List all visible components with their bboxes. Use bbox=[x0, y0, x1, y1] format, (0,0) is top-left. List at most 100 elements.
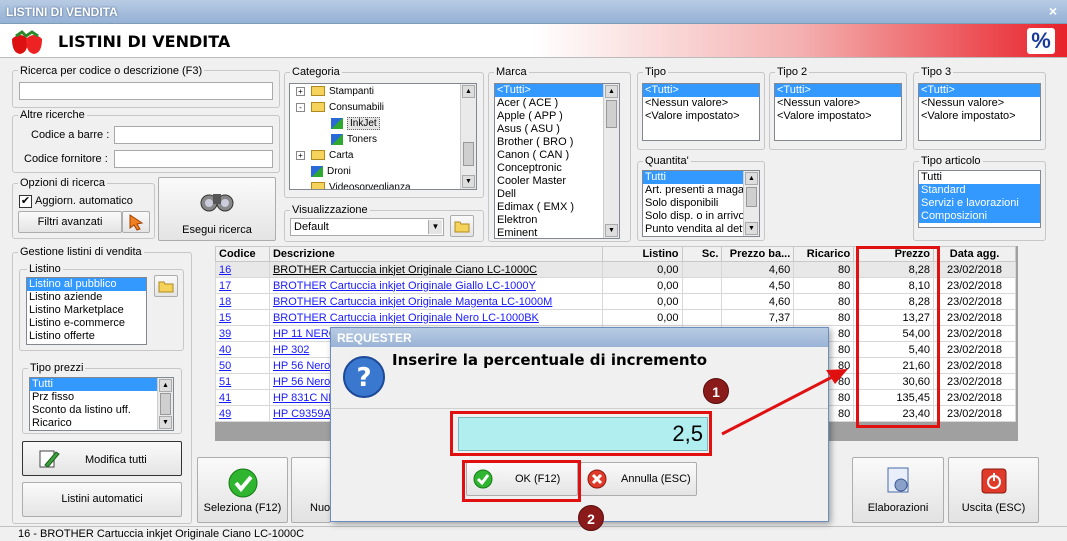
category-item[interactable]: Droni bbox=[296, 166, 351, 182]
column-header[interactable]: Ricarico bbox=[793, 246, 855, 262]
list-item[interactable]: Brother ( BRO ) bbox=[495, 136, 619, 149]
price-type-scrollbar[interactable]: ▲ ▼ bbox=[157, 378, 173, 430]
column-header[interactable]: Prezzo ba... bbox=[721, 246, 795, 262]
list-item[interactable]: Solo disp. o in arrivo bbox=[643, 210, 759, 223]
scroll-up-icon[interactable]: ▲ bbox=[159, 379, 172, 392]
list-item[interactable]: Ricarico bbox=[30, 417, 173, 430]
list-item[interactable]: Elektron bbox=[495, 214, 619, 227]
list-item[interactable]: <Tutti> bbox=[919, 84, 1040, 97]
category-item[interactable]: - Consumabili bbox=[296, 102, 384, 118]
processing-button[interactable]: Elaborazioni bbox=[852, 457, 944, 523]
quantity-scrollbar[interactable]: ▲ ▼ bbox=[743, 171, 759, 236]
type2-list[interactable]: <Tutti> <Nessun valore> <Valore impostato> bbox=[774, 83, 902, 141]
category-item[interactable]: + Stampanti bbox=[296, 86, 374, 102]
advanced-filters-button[interactable]: Filtri avanzati bbox=[18, 211, 122, 233]
scroll-up-icon[interactable]: ▲ bbox=[605, 85, 618, 98]
price-type-list[interactable]: Tutti Prz fisso Sconto da listino uff. Rica… bbox=[29, 377, 174, 431]
category-tree[interactable]: + Stampanti - Consumabili InkJet Toners + Carta… bbox=[289, 83, 477, 190]
column-header[interactable]: Data agg. bbox=[933, 246, 1016, 262]
auto-update-checkbox[interactable]: ✔ bbox=[19, 195, 32, 208]
listino-list[interactable]: Listino al pubblico Listino aziende Listin… bbox=[26, 277, 147, 345]
list-item[interactable]: Conceptronic bbox=[495, 162, 619, 175]
new-button[interactable]: Nuo bbox=[291, 457, 331, 523]
scroll-thumb[interactable] bbox=[463, 142, 474, 166]
list-item[interactable]: <Nessun valore> bbox=[919, 97, 1040, 110]
expand-icon[interactable]: + bbox=[296, 86, 305, 96]
list-item[interactable]: <Valore impostato> bbox=[919, 110, 1040, 123]
list-item[interactable]: Composizioni bbox=[919, 210, 1040, 223]
cancel-button[interactable]: Annulla (ESC) bbox=[580, 462, 697, 496]
list-item[interactable]: <Nessun valore> bbox=[775, 97, 901, 110]
list-item[interactable]: Tutti bbox=[30, 378, 173, 391]
category-item[interactable]: + Carta bbox=[296, 150, 353, 166]
search-input[interactable] bbox=[19, 82, 273, 100]
supplier-code-input[interactable] bbox=[114, 150, 273, 168]
list-item[interactable]: Canon ( CAN ) bbox=[495, 149, 619, 162]
grid-scroll-area[interactable] bbox=[1018, 246, 1045, 441]
view-folder-button[interactable] bbox=[450, 215, 474, 237]
run-search-button[interactable]: Esegui ricerca bbox=[158, 177, 276, 241]
exit-button[interactable]: Uscita (ESC) bbox=[948, 457, 1039, 523]
type-list[interactable]: <Tutti> <Nessun valore> <Valore impostato> bbox=[642, 83, 760, 141]
list-item[interactable]: Listino aziende bbox=[27, 291, 146, 304]
expand-icon[interactable]: + bbox=[296, 150, 305, 160]
list-item[interactable]: Apple ( APP ) bbox=[495, 110, 619, 123]
list-item[interactable]: <Tutti> bbox=[495, 84, 619, 97]
list-item[interactable]: Asus ( ASU ) bbox=[495, 123, 619, 136]
scroll-down-icon[interactable]: ▼ bbox=[605, 224, 618, 237]
list-item[interactable]: Tutti bbox=[919, 171, 1040, 184]
view-select[interactable]: Default ▼ bbox=[290, 218, 444, 236]
scroll-up-icon[interactable]: ▲ bbox=[462, 85, 475, 98]
scroll-down-icon[interactable]: ▼ bbox=[159, 416, 172, 429]
chevron-down-icon[interactable]: ▼ bbox=[428, 220, 442, 234]
list-item[interactable]: Listino al pubblico bbox=[27, 278, 146, 291]
list-item[interactable]: Solo disponibili bbox=[643, 197, 759, 210]
expand-icon[interactable]: - bbox=[296, 102, 305, 112]
scroll-thumb[interactable] bbox=[606, 100, 617, 128]
automatic-lists-button[interactable]: Listini automatici bbox=[22, 482, 182, 517]
column-header[interactable]: Sc. bbox=[681, 246, 723, 262]
column-header[interactable]: Descrizione bbox=[268, 246, 603, 262]
listino-folder-button[interactable] bbox=[154, 275, 178, 297]
column-header[interactable]: Codice bbox=[215, 246, 270, 262]
category-scrollbar[interactable]: ▲ ▼ bbox=[460, 84, 476, 189]
select-button[interactable]: Seleziona (F12) bbox=[197, 457, 288, 523]
list-item[interactable]: Punto vendita al dettaglio bbox=[643, 223, 759, 236]
column-header[interactable]: Listino bbox=[601, 246, 683, 262]
filter-arrow-button[interactable] bbox=[122, 211, 150, 233]
category-item[interactable]: Videosorveglianza bbox=[296, 182, 411, 189]
scroll-down-icon[interactable]: ▼ bbox=[462, 175, 475, 188]
category-item[interactable]: InkJet bbox=[316, 117, 380, 134]
list-item[interactable]: Dell bbox=[495, 188, 619, 201]
list-item[interactable]: Eminent bbox=[495, 227, 619, 238]
list-item[interactable]: <Valore impostato> bbox=[643, 110, 759, 123]
category-item[interactable]: Toners bbox=[316, 134, 377, 150]
list-item[interactable]: Servizi e lavorazioni bbox=[919, 197, 1040, 210]
list-item[interactable]: Tutti bbox=[643, 171, 759, 184]
quantity-list[interactable]: Tutti Art. presenti a magazzino Solo dispo… bbox=[642, 170, 760, 237]
scroll-down-icon[interactable]: ▼ bbox=[745, 222, 758, 235]
list-item[interactable]: Sconto da listino uff. bbox=[30, 404, 173, 417]
list-item[interactable]: Standard bbox=[919, 184, 1040, 197]
list-item[interactable]: Listino Marketplace bbox=[27, 304, 146, 317]
scroll-thumb[interactable] bbox=[160, 393, 171, 415]
list-item[interactable]: Listino e-commerce bbox=[27, 317, 146, 330]
list-item[interactable]: <Tutti> bbox=[643, 84, 759, 97]
list-item[interactable]: Edimax ( EMX ) bbox=[495, 201, 619, 214]
brand-scrollbar[interactable]: ▲ ▼ bbox=[603, 84, 619, 238]
barcode-input[interactable] bbox=[114, 126, 273, 144]
list-item[interactable]: Cooler Master bbox=[495, 175, 619, 188]
list-item[interactable]: <Tutti> bbox=[775, 84, 901, 97]
list-item[interactable]: Art. presenti a magazzino bbox=[643, 184, 759, 197]
modify-all-button[interactable]: Modifica tutti bbox=[22, 441, 182, 476]
scroll-up-icon[interactable]: ▲ bbox=[745, 172, 758, 185]
brand-list[interactable]: <Tutti> Acer ( ACE ) Apple ( APP ) Asus ( A… bbox=[494, 83, 620, 239]
list-item[interactable]: Acer ( ACE ) bbox=[495, 97, 619, 110]
list-item[interactable]: <Valore impostato> bbox=[775, 110, 901, 123]
item-type-list[interactable]: Tutti Standard Servizi e lavorazioni Compos… bbox=[918, 170, 1041, 228]
scroll-thumb[interactable] bbox=[746, 187, 757, 207]
type3-list[interactable]: <Tutti> <Nessun valore> <Valore impostato> bbox=[918, 83, 1041, 141]
list-item[interactable]: Listino offerte bbox=[27, 330, 146, 343]
list-item[interactable]: <Nessun valore> bbox=[643, 97, 759, 110]
close-icon[interactable]: × bbox=[1049, 3, 1057, 19]
